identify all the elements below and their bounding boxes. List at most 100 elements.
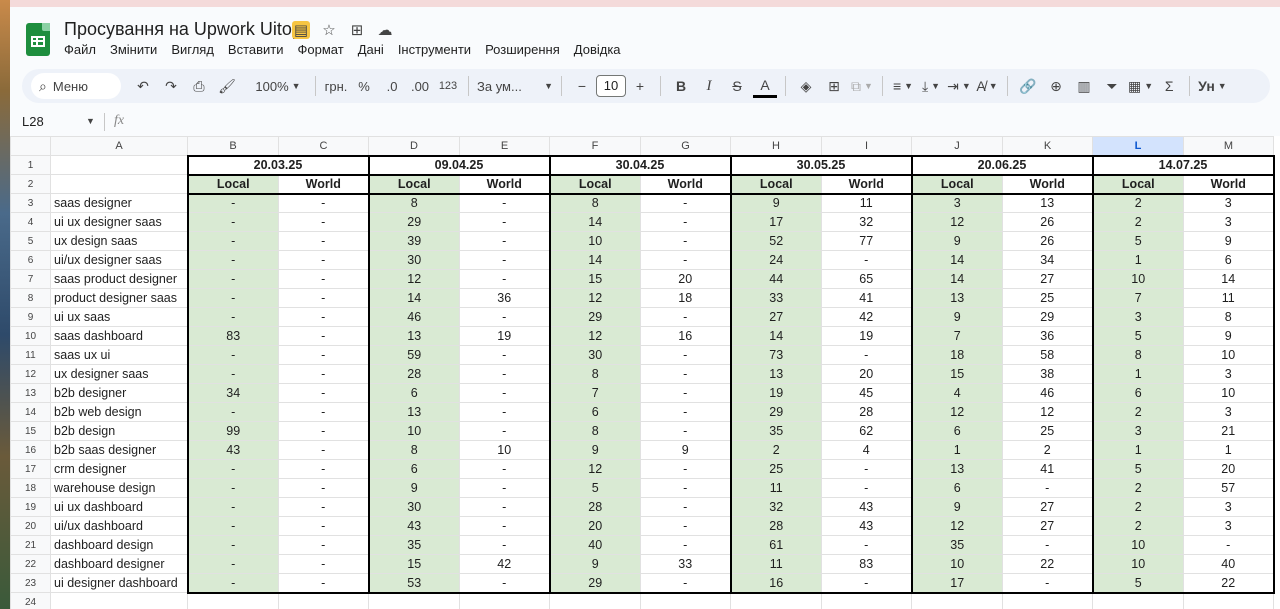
text-wrap-icon[interactable]: ⇥ ▼ <box>947 74 971 98</box>
world-value-cell[interactable]: 11 <box>821 193 913 213</box>
menu-format[interactable]: Формат <box>298 42 350 57</box>
local-value-cell[interactable]: 28 <box>548 497 641 517</box>
local-value-cell[interactable]: 14 <box>548 250 641 270</box>
local-value-cell[interactable]: 28 <box>367 364 460 384</box>
local-value-cell[interactable]: 10 <box>1091 554 1184 574</box>
cell[interactable] <box>459 592 550 609</box>
world-value-cell[interactable]: - <box>278 345 370 365</box>
menu-help[interactable]: Довідка <box>574 42 627 57</box>
world-value-cell[interactable]: - <box>278 288 370 308</box>
row-header[interactable]: 16 <box>10 440 51 460</box>
local-value-cell[interactable]: 12 <box>910 212 1003 232</box>
column-header-d[interactable]: D <box>368 136 460 156</box>
world-value-cell[interactable]: - <box>821 250 913 270</box>
local-value-cell[interactable]: 73 <box>729 345 822 365</box>
local-value-cell[interactable]: - <box>186 364 279 384</box>
local-value-cell[interactable]: 1 <box>1091 364 1184 384</box>
column-header-g[interactable]: G <box>640 136 731 156</box>
world-value-cell[interactable]: - <box>459 231 551 251</box>
local-value-cell[interactable]: - <box>186 345 279 365</box>
world-value-cell[interactable]: - <box>278 326 370 346</box>
local-value-cell[interactable]: 2 <box>1091 516 1184 536</box>
row-header[interactable]: 15 <box>10 421 51 441</box>
world-value-cell[interactable]: 27 <box>1002 516 1094 536</box>
keyword-cell[interactable]: dashboard design <box>50 535 188 555</box>
world-value-cell[interactable]: - <box>459 383 551 403</box>
world-value-cell[interactable]: - <box>278 459 370 479</box>
text-rotation-icon[interactable]: A̸ ▼ <box>975 74 999 98</box>
local-value-cell[interactable]: 44 <box>729 269 822 289</box>
keyword-cell[interactable]: warehouse design <box>50 478 188 498</box>
row-header[interactable]: 14 <box>10 402 51 422</box>
decrease-font-size-icon[interactable]: − <box>570 74 594 98</box>
keyword-cell[interactable]: saas product designer <box>50 269 188 289</box>
local-value-cell[interactable]: 34 <box>186 383 279 403</box>
world-value-cell[interactable]: 36 <box>459 288 551 308</box>
italic-button[interactable]: I <box>697 74 721 98</box>
local-value-cell[interactable]: 2 <box>1091 497 1184 517</box>
local-value-cell[interactable]: 8 <box>1091 345 1184 365</box>
cell[interactable] <box>50 592 188 609</box>
local-value-cell[interactable]: 20 <box>548 516 641 536</box>
local-value-cell[interactable]: 25 <box>729 459 822 479</box>
world-value-cell[interactable]: 3 <box>1183 364 1275 384</box>
local-value-cell[interactable]: - <box>186 193 279 213</box>
cell[interactable] <box>278 592 369 609</box>
date-header-cell[interactable]: 30.04.25 <box>548 154 732 175</box>
world-value-cell[interactable]: 62 <box>821 421 913 441</box>
local-value-cell[interactable]: 5 <box>1091 231 1184 251</box>
world-value-cell[interactable]: 8 <box>1183 307 1275 327</box>
world-value-cell[interactable]: 4 <box>821 440 913 460</box>
world-value-cell[interactable]: - <box>278 231 370 251</box>
local-value-cell[interactable]: 10 <box>1091 269 1184 289</box>
world-value-cell[interactable]: 9 <box>640 440 732 460</box>
world-value-cell[interactable]: - <box>278 478 370 498</box>
paint-format-icon[interactable]: 🖌 <box>215 74 239 98</box>
world-value-cell[interactable]: - <box>640 364 732 384</box>
world-value-cell[interactable]: - <box>278 383 370 403</box>
world-value-cell[interactable]: 34 <box>1002 250 1094 270</box>
row-header[interactable]: 10 <box>10 326 51 346</box>
row-header[interactable]: 6 <box>10 250 51 270</box>
local-value-cell[interactable]: 10 <box>367 421 460 441</box>
local-value-cell[interactable]: 10 <box>910 554 1003 574</box>
column-header-c[interactable]: C <box>278 136 369 156</box>
cell[interactable] <box>730 592 822 609</box>
world-value-cell[interactable]: 22 <box>1183 573 1275 594</box>
cell[interactable] <box>1092 592 1184 609</box>
local-value-cell[interactable]: 6 <box>910 478 1003 498</box>
world-value-cell[interactable]: - <box>459 269 551 289</box>
world-value-cell[interactable]: 3 <box>1183 212 1275 232</box>
keyword-cell[interactable]: b2b web design <box>50 402 188 422</box>
date-header-cell[interactable]: 20.03.25 <box>186 154 370 175</box>
column-header-e[interactable]: E <box>459 136 550 156</box>
world-value-cell[interactable]: - <box>640 402 732 422</box>
world-value-cell[interactable]: - <box>821 459 913 479</box>
row-header[interactable]: 4 <box>10 212 51 232</box>
cell[interactable] <box>50 155 188 175</box>
world-value-cell[interactable]: 33 <box>640 554 732 574</box>
local-header-cell[interactable]: Local <box>367 173 460 195</box>
menu-search[interactable]: ⌕ Меню <box>31 73 121 99</box>
local-value-cell[interactable]: 2 <box>1091 193 1184 213</box>
world-value-cell[interactable]: 46 <box>1002 383 1094 403</box>
local-value-cell[interactable]: 12 <box>548 288 641 308</box>
world-value-cell[interactable]: 26 <box>1002 212 1094 232</box>
local-value-cell[interactable]: 5 <box>1091 573 1184 594</box>
local-value-cell[interactable]: 43 <box>186 440 279 460</box>
world-value-cell[interactable]: 29 <box>1002 307 1094 327</box>
row-header[interactable]: 9 <box>10 307 51 327</box>
keyword-cell[interactable]: ui ux dashboard <box>50 497 188 517</box>
world-value-cell[interactable]: - <box>459 459 551 479</box>
world-value-cell[interactable]: - <box>459 212 551 232</box>
cell[interactable] <box>1002 592 1093 609</box>
world-value-cell[interactable]: - <box>278 193 370 213</box>
local-value-cell[interactable]: 83 <box>186 326 279 346</box>
increase-font-size-icon[interactable]: + <box>628 74 652 98</box>
world-value-cell[interactable]: - <box>278 573 370 594</box>
local-value-cell[interactable]: 6 <box>367 459 460 479</box>
local-value-cell[interactable]: 8 <box>548 364 641 384</box>
keyword-cell[interactable]: saas ux ui <box>50 345 188 365</box>
world-value-cell[interactable]: - <box>459 573 551 594</box>
local-value-cell[interactable]: 13 <box>729 364 822 384</box>
